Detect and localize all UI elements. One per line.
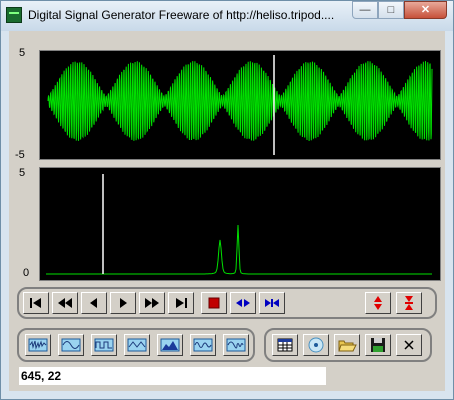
sine-wave-icon bbox=[61, 338, 81, 352]
status-bar: 645, 22 bbox=[19, 367, 326, 385]
triangle-wave-button[interactable] bbox=[124, 334, 150, 356]
app-icon[interactable] bbox=[6, 7, 22, 23]
open-folder-icon bbox=[338, 340, 357, 352]
fast-rewind-icon bbox=[58, 298, 72, 308]
square-wave-button[interactable] bbox=[91, 334, 117, 356]
time-domain-plot bbox=[47, 55, 433, 155]
title-bar[interactable]: Digital Signal Generator Freeware of htt… bbox=[1, 1, 453, 31]
top-scope-ymin-label: -5 bbox=[15, 149, 25, 161]
data-table-button[interactable] bbox=[272, 334, 298, 356]
skip-to-end-icon bbox=[176, 298, 187, 308]
waveform-toolbar bbox=[17, 328, 255, 362]
cursor-coordinates: 645, 22 bbox=[21, 369, 62, 383]
cd-icon bbox=[308, 337, 324, 353]
skip-to-start-button[interactable] bbox=[23, 292, 49, 314]
minimize-button[interactable]: — bbox=[352, 1, 378, 19]
time-domain-display[interactable] bbox=[39, 50, 441, 160]
play-icon bbox=[120, 298, 127, 308]
fast-forward-icon bbox=[145, 298, 159, 308]
transport-toolbar bbox=[17, 287, 437, 319]
compress-vertical-button[interactable] bbox=[396, 292, 422, 314]
compress-horizontal-icon bbox=[265, 299, 279, 307]
data-table-icon bbox=[277, 338, 293, 352]
skip-to-end-button[interactable] bbox=[168, 292, 194, 314]
compress-vertical-icon bbox=[405, 296, 413, 310]
close-window-button[interactable]: ✕ bbox=[404, 1, 447, 19]
expand-vertical-button[interactable] bbox=[365, 292, 391, 314]
stop-icon bbox=[208, 297, 220, 309]
save-disk-button[interactable] bbox=[365, 334, 391, 356]
app-window: Digital Signal Generator Freeware of htt… bbox=[0, 0, 454, 400]
step-back-button[interactable] bbox=[81, 292, 107, 314]
close-icon bbox=[404, 340, 414, 350]
expand-horizontal-icon bbox=[236, 299, 250, 307]
am-wave-button[interactable] bbox=[190, 334, 216, 356]
noise-wave-icon bbox=[28, 338, 48, 352]
fm-wave-icon bbox=[226, 338, 246, 352]
fast-rewind-button[interactable] bbox=[52, 292, 78, 314]
skip-to-start-icon bbox=[30, 298, 41, 308]
window-title: Digital Signal Generator Freeware of htt… bbox=[28, 8, 335, 22]
triangle-wave-icon bbox=[127, 338, 147, 352]
stop-button[interactable] bbox=[201, 292, 227, 314]
bottom-scope-ymax-label: 5 bbox=[19, 167, 26, 179]
cd-button[interactable] bbox=[303, 334, 329, 356]
play-button[interactable] bbox=[110, 292, 136, 314]
am-wave-icon bbox=[193, 338, 213, 352]
expand-horizontal-button[interactable] bbox=[230, 292, 256, 314]
spectrum-trace bbox=[46, 224, 432, 275]
close-button[interactable] bbox=[396, 334, 422, 356]
expand-vertical-icon bbox=[374, 296, 382, 310]
open-folder-button[interactable] bbox=[334, 334, 360, 356]
maximize-button[interactable]: □ bbox=[378, 1, 404, 19]
file-toolbar bbox=[264, 328, 432, 362]
top-scope-ymax-label: 5 bbox=[19, 47, 26, 59]
time-signal-trace bbox=[47, 61, 433, 142]
sine-wave-button[interactable] bbox=[58, 334, 84, 356]
sweep-wave-icon bbox=[160, 338, 180, 352]
step-back-icon bbox=[90, 298, 97, 308]
square-wave-icon bbox=[94, 338, 114, 352]
fast-forward-button[interactable] bbox=[139, 292, 165, 314]
save-disk-icon bbox=[371, 338, 385, 352]
sweep-wave-button[interactable] bbox=[157, 334, 183, 356]
spectrum-plot bbox=[46, 174, 432, 275]
noise-wave-button[interactable] bbox=[25, 334, 51, 356]
client-area: 5 -5 5 0 645, 22 bbox=[9, 31, 445, 391]
compress-horizontal-button[interactable] bbox=[259, 292, 285, 314]
fm-wave-button[interactable] bbox=[223, 334, 249, 356]
spectrum-display[interactable] bbox=[39, 167, 441, 281]
bottom-scope-ymin-label: 0 bbox=[23, 267, 30, 279]
